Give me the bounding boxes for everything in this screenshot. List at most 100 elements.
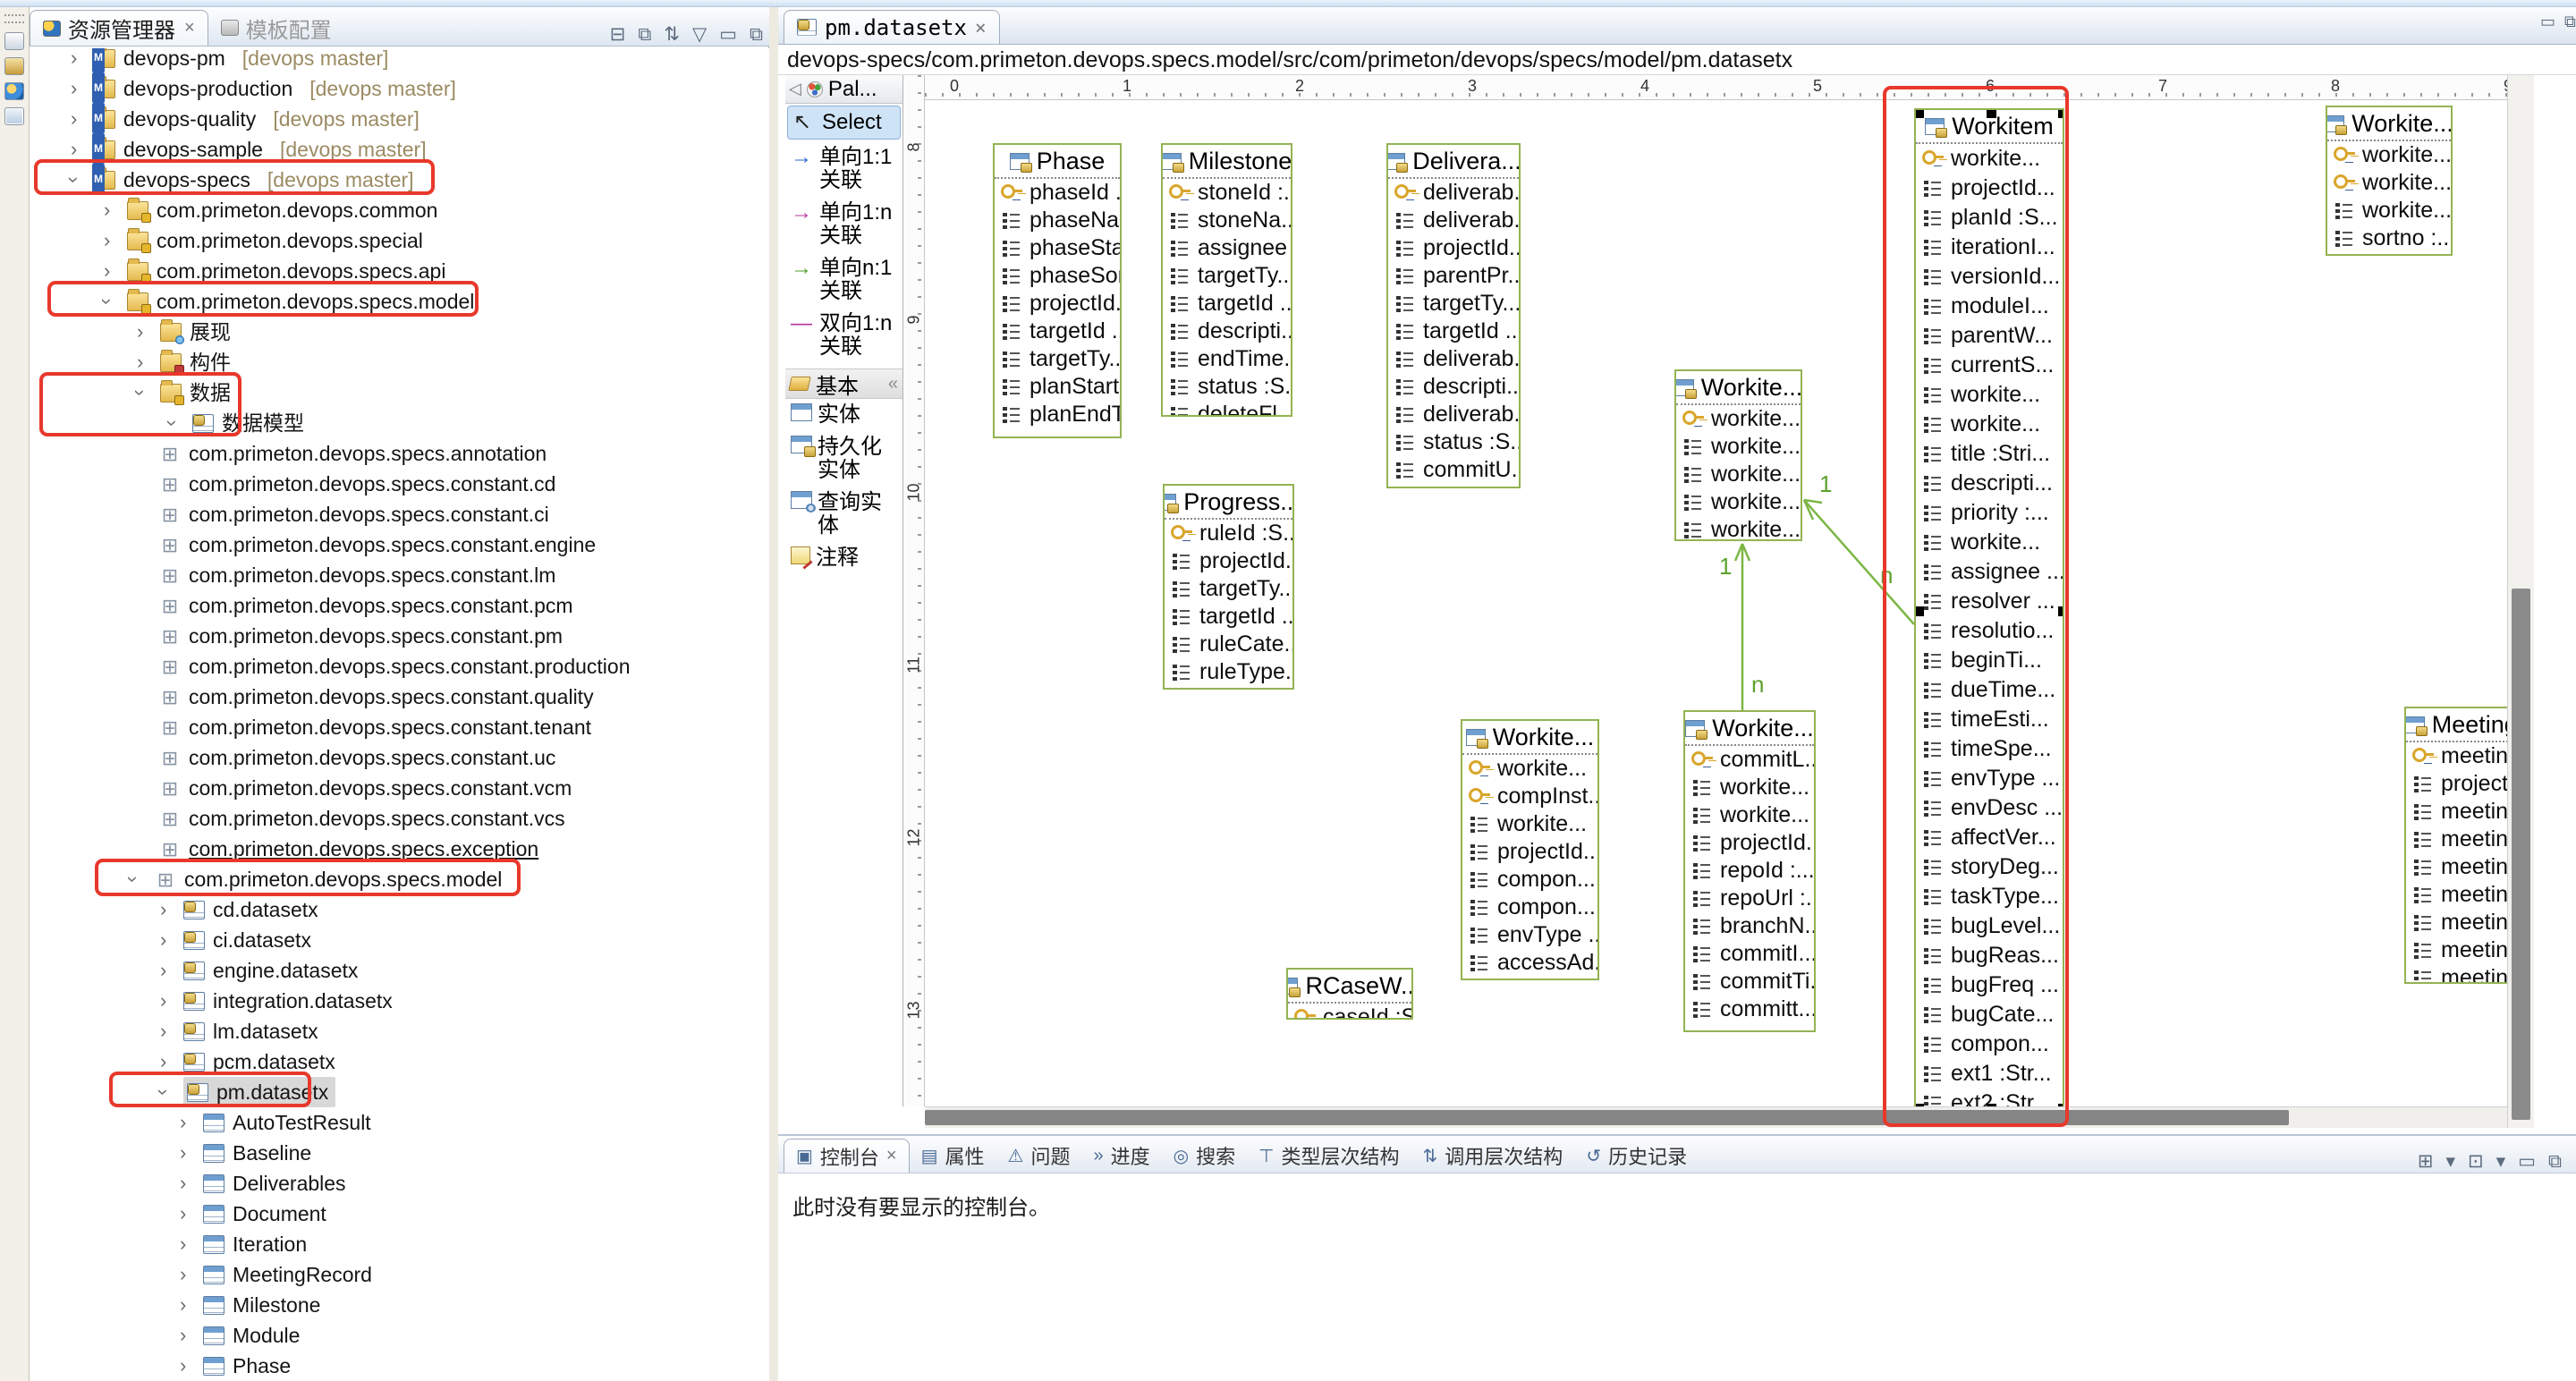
expand-arrow-icon[interactable]: ›	[160, 925, 166, 955]
console-tab-调用层次结构[interactable]: ⇅调用层次结构	[1411, 1139, 1575, 1173]
entity-field[interactable]: sortno :...	[2327, 225, 2451, 252]
entity-field[interactable]: phaseId ...	[995, 179, 1120, 207]
expand-arrow-icon[interactable]: ›	[160, 1046, 166, 1077]
expand-arrow-icon[interactable]: ›	[180, 1351, 186, 1381]
hscrollbar-thumb[interactable]	[925, 1110, 2289, 1125]
expand-arrow-icon[interactable]: ›	[160, 955, 166, 986]
entity-field[interactable]: ruleId :S...	[1165, 520, 1292, 547]
entity-field[interactable]: ruleType...	[1165, 658, 1292, 686]
tree-item-devops-specs[interactable]: ›devops-specs[devops master]	[30, 165, 769, 195]
collapse-arrow-icon[interactable]: ›	[92, 298, 123, 304]
tree-item-com.primeton.devops.specs.constant.vcs[interactable]: ⊞com.primeton.devops.specs.constant.vcs	[30, 803, 769, 834]
tree-item-ci.datasetx[interactable]: ›ci.datasetx	[30, 925, 769, 955]
entity-field[interactable]: meeting...	[2406, 826, 2507, 853]
entity-field[interactable]: workite...	[1916, 410, 2063, 439]
entity-field[interactable]: parentW...	[1916, 321, 2063, 351]
tree-item-com.primeton.devops.specs.constant.pm[interactable]: ⊞com.primeton.devops.specs.constant.pm	[30, 621, 769, 651]
tree-item-com.primeton.devops.specs.exception[interactable]: ⊞com.primeton.devops.specs.exception	[30, 834, 769, 864]
entity-Workite[interactable]: Workite...workite...workite...workite...…	[1674, 369, 1802, 541]
entity-field[interactable]: projectId...	[1916, 174, 2063, 203]
collapse-arrow-icon[interactable]: ›	[59, 176, 89, 182]
tree-item-AutoTestResult[interactable]: ›AutoTestResult	[30, 1107, 769, 1138]
tree-item-com.primeton.devops.specs.constant.uc[interactable]: ⊞com.primeton.devops.specs.constant.uc	[30, 742, 769, 773]
entity-field[interactable]: phaseSor...	[995, 262, 1120, 290]
entity-field[interactable]: workite...	[1462, 810, 1597, 838]
restore-view-icon[interactable]	[4, 32, 24, 50]
entity-field[interactable]: targetTy...	[1165, 575, 1292, 603]
tree-item-com.primeton.devops.specs.constant.production[interactable]: ⊞com.primeton.devops.specs.constant.prod…	[30, 651, 769, 682]
entity-field[interactable]: phaseSta...	[995, 234, 1120, 262]
entity-field[interactable]: projectId...	[995, 290, 1120, 318]
entity-field[interactable]: workite...	[2327, 169, 2451, 197]
expand-arrow-icon[interactable]: ›	[160, 1016, 166, 1046]
entity-field[interactable]: repoId :...	[1685, 857, 1814, 885]
maximize-editor-icon[interactable]: ⧉	[2564, 13, 2576, 31]
expand-arrow-icon[interactable]: ›	[160, 986, 166, 1016]
entity-field[interactable]: stoneId :...	[1163, 179, 1291, 207]
maximize-panel-icon[interactable]: ⧉	[2548, 1151, 2562, 1173]
entity-field[interactable]: planId :S...	[1916, 203, 2063, 233]
pin-console-icon[interactable]: ⊡	[2468, 1150, 2484, 1173]
entity-field[interactable]: timeSpe...	[1916, 734, 2063, 764]
entity-field[interactable]: title :Stri...	[1916, 439, 2063, 469]
tree-item-Phase[interactable]: ›Phase	[30, 1351, 769, 1381]
palette-header[interactable]: ◁Pal...	[785, 75, 902, 104]
entity-field[interactable]: caseId :S	[1288, 1004, 1411, 1020]
tree-item-com.primeton.devops.specs.constant.pcm[interactable]: ⊞com.primeton.devops.specs.constant.pcm	[30, 590, 769, 621]
entity-field[interactable]: accessAd...	[1462, 949, 1597, 977]
entity-field[interactable]: descripti...	[1163, 318, 1291, 345]
tree-item-com.primeton.devops.specs.constant.lm[interactable]: ⊞com.primeton.devops.specs.constant.lm	[30, 560, 769, 590]
expand-arrow-icon[interactable]: ›	[180, 1290, 186, 1320]
tree-item-pcm.datasetx[interactable]: ›pcm.datasetx	[30, 1046, 769, 1077]
tree-item-com.primeton.devops.specs.api[interactable]: ›com.primeton.devops.specs.api	[30, 256, 769, 286]
entity-field[interactable]: envType ...	[1462, 921, 1597, 949]
console-tab-类型层次结构[interactable]: ⊤类型层次结构	[1247, 1139, 1411, 1173]
entity-field[interactable]: deliverab...	[1388, 401, 1519, 428]
entity-Milestone[interactable]: MilestonestoneId :...stoneNa...assignee …	[1161, 143, 1292, 417]
tree-item-devops-sample[interactable]: ›devops-sample[devops master]	[30, 134, 769, 165]
entity-field[interactable]: targetId ...	[1165, 603, 1292, 631]
tree-item-lm.datasetx[interactable]: ›lm.datasetx	[30, 1016, 769, 1046]
expand-arrow-icon[interactable]: ›	[71, 73, 77, 104]
expand-arrow-icon[interactable]: ›	[71, 104, 77, 134]
entity-field[interactable]: workite...	[1685, 774, 1814, 801]
tree-item-com.primeton.devops.common[interactable]: ›com.primeton.devops.common	[30, 195, 769, 225]
entity-field[interactable]: bugLevel...	[1916, 911, 2063, 941]
palette-item-实体[interactable]: 实体	[785, 399, 902, 431]
association-connector[interactable]: 1n	[1719, 544, 1764, 710]
palette-collapse-icon[interactable]: ◁	[789, 80, 801, 98]
entity-field[interactable]: meeting...	[2406, 881, 2507, 909]
palette-tool-双向1:n-关联[interactable]: —双向1:n 关联	[785, 308, 902, 363]
sort-icon[interactable]: ⇅	[657, 23, 686, 46]
expand-arrow-icon[interactable]: ›	[180, 1229, 186, 1259]
entity-field[interactable]: compon...	[1916, 1029, 2063, 1059]
entity-field[interactable]: storyDeg...	[1916, 852, 2063, 882]
selection-handle[interactable]	[1914, 1104, 1924, 1106]
entity-field[interactable]: targetTy...	[995, 345, 1120, 373]
canvas-vscrollbar[interactable]	[2507, 75, 2534, 1128]
entity-Phase[interactable]: PhasephaseId ...phaseNa...phaseSta...pha…	[993, 143, 1122, 438]
entity-field[interactable]: descripti...	[1916, 469, 2063, 498]
minimize-panel-icon[interactable]: ▭	[2518, 1150, 2536, 1173]
association-connector[interactable]: 1n	[1804, 470, 1914, 624]
entity-field[interactable]: deliverab...	[1388, 345, 1519, 373]
entity-field[interactable]: branchN...	[1685, 912, 1814, 940]
expand-arrow-icon[interactable]: ›	[104, 195, 110, 225]
expand-arrow-icon[interactable]: ›	[160, 894, 166, 925]
collapse-arrow-icon[interactable]: ›	[148, 1089, 179, 1095]
entity-field[interactable]: workite...	[1676, 433, 1801, 461]
expand-arrow-icon[interactable]: ›	[180, 1320, 186, 1351]
entity-field[interactable]: ruleCate...	[1165, 631, 1292, 658]
editor-tab-close-icon[interactable]: ×	[975, 17, 987, 38]
console-tab-close-icon[interactable]: ×	[886, 1146, 897, 1166]
console-tab-搜索[interactable]: ◎搜索	[1162, 1139, 1247, 1173]
expand-arrow-icon[interactable]: ›	[180, 1199, 186, 1229]
tree-item-com.primeton.devops.specs.constant.cd[interactable]: ⊞com.primeton.devops.specs.constant.cd	[30, 469, 769, 499]
expand-arrow-icon[interactable]: ›	[180, 1259, 186, 1290]
entity-field[interactable]: workite...	[1462, 755, 1597, 783]
workspace-icon[interactable]	[4, 82, 24, 100]
entity-field[interactable]: stoneNa...	[1163, 207, 1291, 234]
entity-field[interactable]: projectId...	[1388, 234, 1519, 262]
entity-field[interactable]: meeting...	[2406, 964, 2507, 984]
expand-arrow-icon[interactable]: ›	[180, 1138, 186, 1168]
